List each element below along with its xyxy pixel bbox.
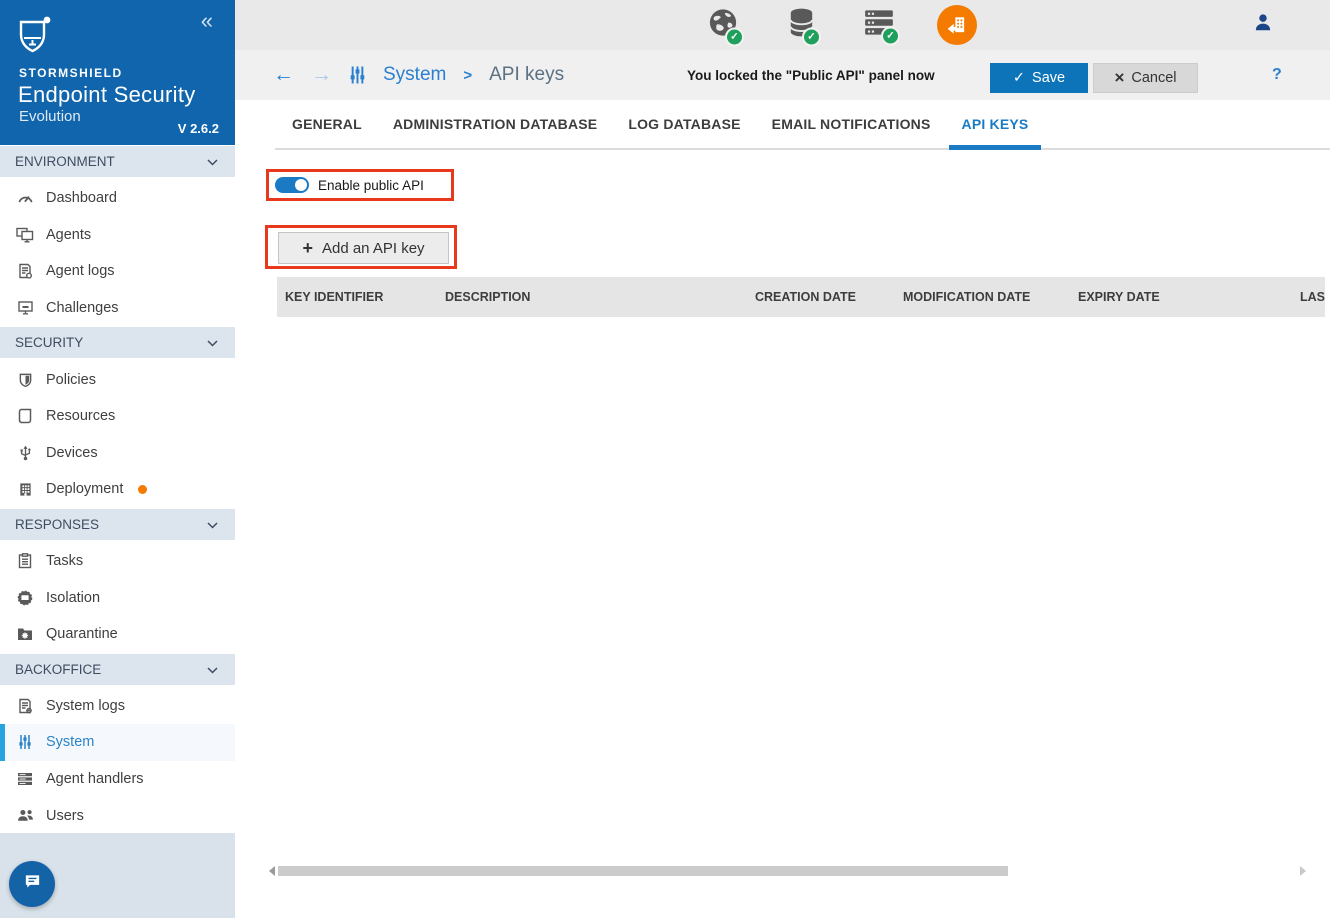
sidebar-section-environment[interactable]: ENVIRONMENT — [0, 146, 235, 177]
status-ok-badge: ✓ — [802, 28, 821, 47]
enable-public-api-label: Enable public API — [318, 178, 424, 193]
breadcrumb-separator: > — [463, 67, 472, 84]
sidebar-item-users[interactable]: Users — [0, 797, 235, 834]
sidebar-item-challenges[interactable]: Challenges — [0, 290, 235, 327]
lock-notification: You locked the "Public API" panel now — [687, 50, 935, 100]
sidebar-item-agents[interactable]: Agents — [0, 217, 235, 254]
devices-icon — [15, 445, 35, 461]
quarantine-icon — [15, 627, 35, 641]
sidebar-item-dashboard[interactable]: Dashboard — [0, 180, 235, 217]
tab-bar: GENERAL ADMINISTRATION DATABASE LOG DATA… — [275, 100, 1330, 150]
column-expiry-date[interactable]: EXPIRY DATE — [1078, 290, 1300, 304]
forward-arrow-icon: → — [311, 63, 332, 87]
api-keys-table-header: KEY IDENTIFIER DESCRIPTION CREATION DATE… — [277, 277, 1325, 317]
deployment-status-icon[interactable] — [937, 5, 977, 45]
tab-email-notifications[interactable]: EMAIL NOTIFICATIONS — [772, 100, 931, 148]
brand-product: Endpoint Security — [18, 82, 196, 108]
resources-icon — [15, 408, 35, 424]
sidebar-item-agent-logs[interactable]: Agent logs — [0, 253, 235, 290]
agents-icon — [15, 227, 35, 243]
sidebar-item-devices[interactable]: Devices — [0, 435, 235, 472]
main-content: GENERAL ADMINISTRATION DATABASE LOG DATA… — [235, 100, 1330, 918]
sidebar: « STORMSHIELD Endpoint Security Evolutio… — [0, 0, 235, 918]
chevron-down-icon — [207, 662, 218, 677]
chevron-down-icon — [207, 154, 218, 169]
check-icon: ✓ — [1013, 70, 1025, 86]
column-modification-date[interactable]: MODIFICATION DATE — [903, 290, 1078, 304]
actionbar: ← → System > API keys You locked the "Pu… — [235, 50, 1330, 100]
sidebar-section-security[interactable]: SECURITY — [0, 327, 235, 358]
add-api-key-button[interactable]: + Add an API key — [278, 232, 449, 264]
dashboard-icon — [15, 190, 35, 207]
breadcrumb-current-page: API keys — [489, 64, 564, 86]
sidebar-collapse-icon[interactable]: « — [201, 8, 213, 34]
breadcrumb: ← → System > API keys — [273, 50, 564, 100]
column-description[interactable]: DESCRIPTION — [445, 290, 755, 304]
tasks-icon — [15, 553, 35, 569]
column-key-identifier[interactable]: KEY IDENTIFIER — [277, 290, 445, 304]
api-keys-table-empty-body — [277, 317, 1325, 372]
deployment-new-badge — [138, 485, 147, 494]
isolation-icon — [15, 590, 35, 606]
system-logs-icon — [15, 698, 35, 714]
save-button[interactable]: ✓ Save — [990, 63, 1088, 93]
sidebar-item-deployment[interactable]: Deployment — [0, 471, 235, 508]
users-icon — [15, 809, 35, 822]
database-status-icon[interactable]: ✓ — [788, 8, 815, 43]
api-keys-table: KEY IDENTIFIER DESCRIPTION CREATION DATE… — [277, 277, 1325, 372]
agent-handler-status-icon[interactable]: ✓ — [864, 9, 894, 42]
tab-administration-database[interactable]: ADMINISTRATION DATABASE — [393, 100, 597, 148]
internet-status-icon[interactable]: ✓ — [708, 8, 738, 43]
sidebar-section-backoffice[interactable]: BACKOFFICE — [0, 654, 235, 685]
sidebar-item-system[interactable]: System — [0, 724, 235, 761]
user-icon[interactable] — [1252, 12, 1274, 39]
sidebar-item-system-logs[interactable]: System logs — [0, 688, 235, 725]
column-last-used[interactable]: LAST USED — [1300, 290, 1325, 304]
brand-name: STORMSHIELD — [19, 66, 123, 80]
sidebar-item-isolation[interactable]: Isolation — [0, 579, 235, 616]
sidebar-item-agent-handlers[interactable]: Agent handlers — [0, 761, 235, 798]
plus-icon: + — [302, 239, 313, 257]
back-arrow-icon[interactable]: ← — [273, 63, 294, 87]
status-ok-badge: ✓ — [881, 27, 900, 46]
enable-public-api-toggle[interactable] — [275, 177, 309, 193]
column-creation-date[interactable]: CREATION DATE — [755, 290, 903, 304]
annotation-box-enable-public-api: Enable public API — [266, 169, 454, 201]
breadcrumb-system-link[interactable]: System — [383, 64, 446, 86]
logo-block: « STORMSHIELD Endpoint Security Evolutio… — [0, 0, 235, 145]
sidebar-item-policies[interactable]: Policies — [0, 361, 235, 398]
hscroll-right-arrow[interactable] — [1300, 866, 1306, 876]
tab-general[interactable]: GENERAL — [292, 100, 362, 148]
agent-handlers-icon — [15, 772, 35, 786]
sidebar-item-tasks[interactable]: Tasks — [0, 543, 235, 580]
agent-logs-icon — [15, 263, 35, 279]
status-ok-badge: ✓ — [725, 28, 744, 47]
brand-edition: Evolution — [19, 108, 81, 125]
chevron-down-icon — [207, 517, 218, 532]
tab-log-database[interactable]: LOG DATABASE — [628, 100, 740, 148]
sidebar-item-quarantine[interactable]: Quarantine — [0, 616, 235, 653]
chat-button[interactable] — [9, 861, 55, 907]
chevron-down-icon — [207, 335, 218, 350]
challenges-icon — [15, 300, 35, 316]
system-breadcrumb-icon — [349, 65, 366, 85]
sidebar-item-resources[interactable]: Resources — [0, 398, 235, 435]
stormshield-logo-icon — [18, 16, 51, 61]
chat-bubble-icon — [23, 872, 42, 896]
sidebar-section-responses[interactable]: RESPONSES — [0, 509, 235, 540]
system-icon — [15, 734, 35, 750]
annotation-box-add-api-key: + Add an API key — [265, 225, 457, 269]
deployment-icon — [15, 482, 35, 497]
hscroll-thumb[interactable] — [278, 866, 1008, 876]
cancel-button[interactable]: × Cancel — [1093, 63, 1198, 93]
brand-version: V 2.6.2 — [178, 121, 219, 136]
close-icon: × — [1114, 68, 1124, 88]
help-button[interactable]: ? — [1272, 50, 1282, 100]
policies-icon — [15, 372, 35, 388]
hscroll-left-arrow[interactable] — [269, 866, 275, 876]
topbar: ✓ ✓ ✓ — [235, 0, 1330, 50]
tab-api-keys[interactable]: API KEYS — [962, 100, 1029, 148]
